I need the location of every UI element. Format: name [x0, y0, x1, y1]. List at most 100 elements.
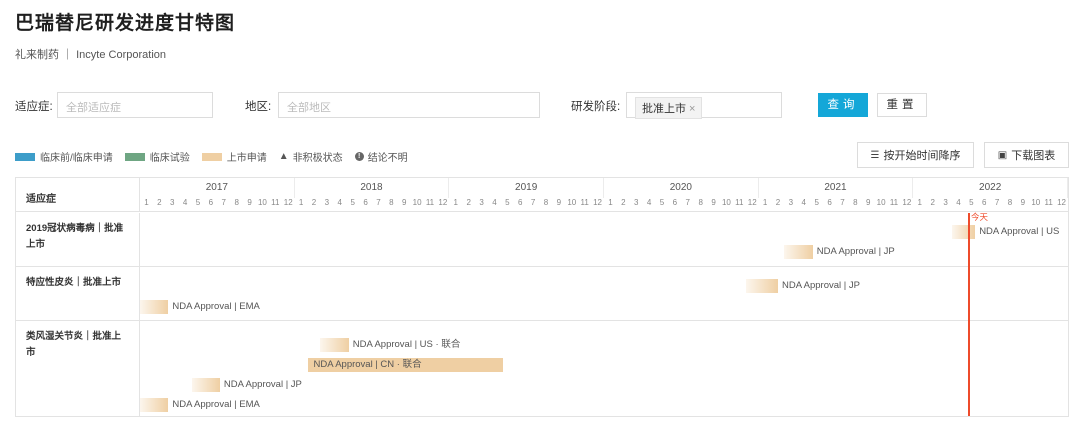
month-label: 9: [865, 198, 871, 207]
download-icon: ▣: [997, 149, 1008, 161]
download-button-label: 下载图表: [1011, 150, 1056, 162]
gantt-bar[interactable]: NDA Approval | CN · 联合: [307, 358, 504, 372]
year-label: 2019: [449, 178, 604, 198]
region-filter-input[interactable]: 全部地区: [278, 92, 540, 118]
month-label: 8: [1007, 198, 1013, 207]
sort-button[interactable]: ☰ 按开始时间降序: [857, 142, 974, 168]
month-label: 12: [1057, 198, 1066, 207]
month-label: 1: [917, 198, 922, 207]
gantt-row: NDA Approval | JP NDA Approval | EMA: [140, 267, 1068, 321]
month-label: 11: [425, 198, 435, 207]
month-label: 9: [401, 198, 407, 207]
legend-label: 临床试验: [149, 153, 190, 164]
month-label: 2: [311, 198, 317, 207]
gantt-bar[interactable]: [784, 245, 813, 259]
reset-button[interactable]: 重置: [877, 93, 927, 117]
year-label: 2022: [913, 178, 1068, 198]
gantt-bar[interactable]: [191, 378, 220, 392]
legend-item-preclinical: 临床前/临床申请: [15, 149, 113, 164]
month-label: 12: [902, 198, 912, 207]
gantt-bar[interactable]: [320, 338, 349, 352]
gantt-bar[interactable]: [140, 300, 169, 314]
year-label: 2018: [295, 178, 450, 198]
triangle-icon: ▲: [278, 151, 289, 162]
year-label: 2017: [140, 178, 295, 198]
month-label: 6: [517, 198, 523, 207]
page-title: 巴瑞替尼研发进度甘特图: [15, 13, 236, 34]
month-label: 12: [283, 198, 293, 207]
month-label: 11: [1044, 198, 1053, 207]
month-label: 12: [438, 198, 448, 207]
month-label: 5: [659, 198, 665, 207]
month-label: 3: [788, 198, 794, 207]
info-icon: !: [354, 152, 364, 161]
month-label: 10: [1031, 198, 1041, 207]
gantt-header-indication: 适应症: [16, 178, 140, 212]
gantt-bar-label: NDA Approval | US · 联合: [352, 339, 461, 350]
gantt-chart: 适应症 2017 2018 2019 2020 2021 2022 1 2 3 4 5 6 7 8 9 10 1…: [15, 177, 1069, 417]
month-label: 1: [453, 198, 458, 207]
month-label: 7: [530, 198, 536, 207]
sort-list-icon: ☰: [870, 149, 880, 161]
gantt-bar[interactable]: [745, 279, 778, 293]
month-label: 1: [762, 198, 768, 207]
legend-label: 非积极状态: [292, 153, 343, 164]
query-button[interactable]: 查询: [818, 93, 868, 117]
month-label: 6: [208, 198, 214, 207]
month-label: 2: [621, 198, 626, 207]
gantt-bar[interactable]: [952, 225, 976, 239]
today-marker-line: [968, 213, 970, 416]
month-label: 8: [234, 198, 239, 207]
row-indication-rheumatoid-arthritis: 类风湿关节炎｜批准上市: [16, 321, 140, 417]
legend-item-clinical: 临床试验: [124, 149, 190, 164]
month-label: 9: [556, 198, 562, 207]
month-label: 8: [543, 198, 549, 207]
month-label: 9: [1020, 198, 1026, 207]
month-label: 4: [182, 198, 188, 207]
download-chart-button[interactable]: ▣ 下载图表: [984, 142, 1069, 168]
month-label: 1: [298, 198, 304, 207]
today-label: 今天: [971, 212, 989, 222]
month-label: 8: [698, 198, 703, 207]
gantt-bar-label: NDA Approval | EMA: [172, 399, 260, 410]
month-label: 3: [169, 198, 175, 207]
month-label: 6: [672, 198, 678, 207]
month-label: 6: [981, 198, 987, 207]
legend-item-inactive: ▲ 非积极状态: [279, 149, 343, 164]
month-label: 12: [593, 198, 602, 207]
month-label: 8: [389, 198, 394, 207]
legend-label: 上市申请: [226, 153, 267, 164]
month-label: 11: [735, 198, 744, 207]
gantt-bar-label: NDA Approval | CN · 联合: [313, 359, 422, 370]
month-label: 11: [580, 198, 589, 207]
page-subtitle: 礼来制药 ｜ Incyte Corporation: [15, 49, 166, 61]
indication-filter-input[interactable]: 全部适应症: [57, 92, 213, 118]
stage-filter-input[interactable]: 批准上市 ×: [626, 92, 782, 119]
indication-filter-label: 适应症:: [15, 101, 53, 113]
month-label: 7: [840, 198, 845, 207]
legend-swatch: [124, 152, 145, 161]
close-icon[interactable]: ×: [689, 103, 695, 115]
month-label: 5: [814, 198, 819, 207]
month-label: 7: [994, 198, 1000, 207]
month-label: 2: [930, 198, 935, 207]
month-label: 11: [271, 198, 280, 207]
month-label: 10: [567, 198, 577, 207]
gantt-timeline-header: 2017 2018 2019 2020 2021 2022 1 2 3 4 5 6 7 8 9 10 11 12 1…: [140, 178, 1068, 212]
row-indication-atopic-dermatitis: 特应性皮炎｜批准上市: [16, 267, 140, 321]
gantt-bar[interactable]: [140, 398, 169, 412]
sort-button-label: 按开始时间降序: [883, 150, 961, 162]
stage-filter-label: 研发阶段:: [571, 101, 621, 113]
month-label: 3: [479, 198, 484, 207]
gantt-row: NDA Approval | US NDA Approval | JP: [140, 213, 1068, 267]
legend-swatch: [201, 152, 222, 161]
region-filter-label: 地区:: [245, 101, 272, 113]
month-label: 3: [943, 198, 948, 207]
month-label: 3: [633, 198, 639, 207]
month-label: 6: [827, 198, 832, 207]
month-label: 1: [608, 198, 613, 207]
month-label: 4: [337, 198, 342, 207]
month-label: 5: [969, 198, 974, 207]
gantt-bar-label: NDA Approval | JP: [223, 379, 302, 390]
month-label: 2: [157, 198, 162, 207]
